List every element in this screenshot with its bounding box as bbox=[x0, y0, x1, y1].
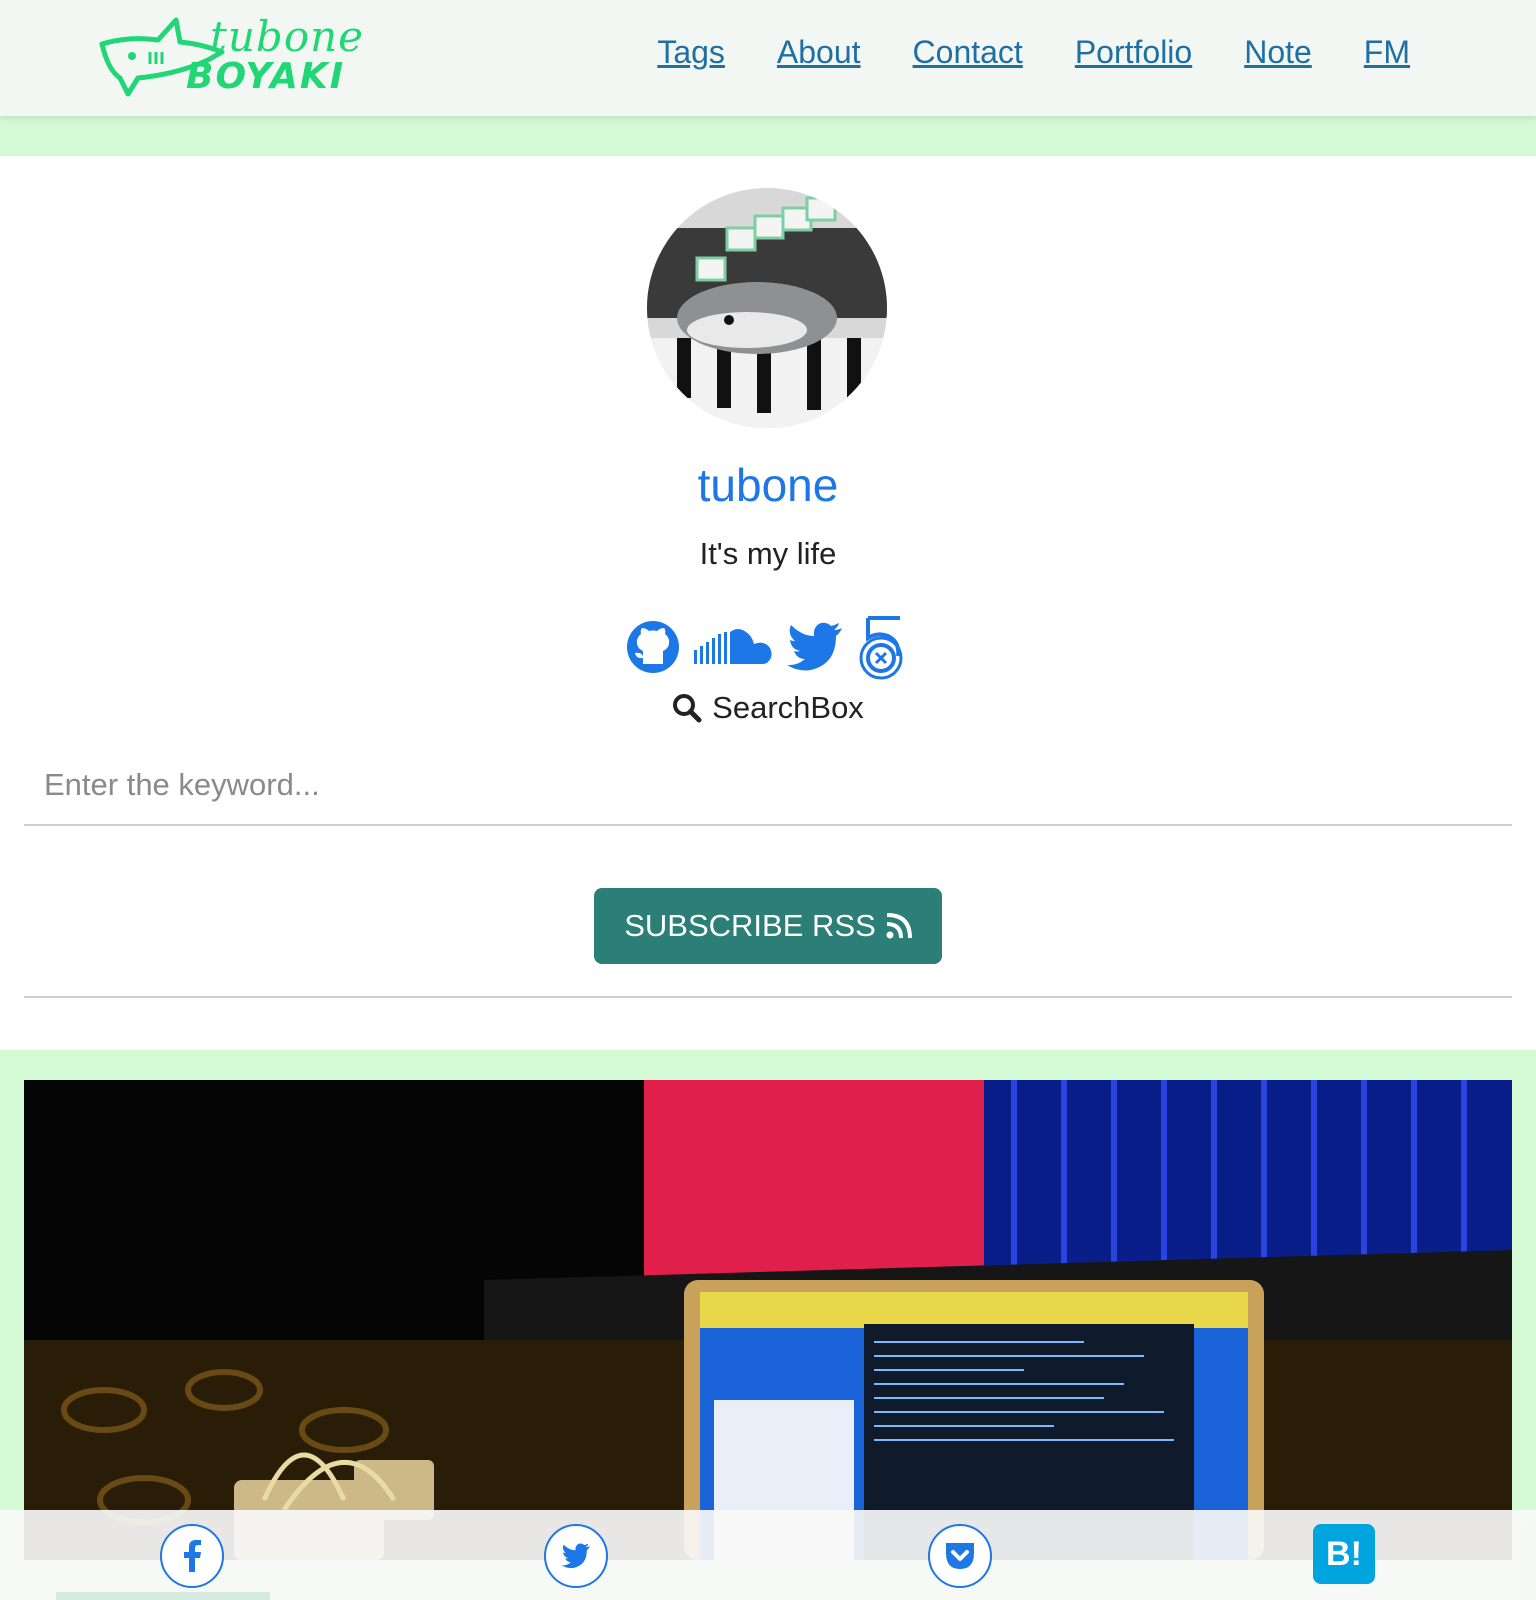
hero-image[interactable] bbox=[24, 1080, 1512, 1560]
nav-portfolio-link[interactable]: Portfolio bbox=[1075, 34, 1192, 71]
site-header: tubone BOYAKI Tags About Contact Portfol… bbox=[0, 0, 1536, 116]
share-pocket-button[interactable] bbox=[928, 1524, 992, 1588]
share-twitter-button[interactable] bbox=[544, 1524, 608, 1588]
search-label: SearchBox bbox=[0, 690, 1536, 726]
hero-photo bbox=[24, 1080, 1512, 1560]
share-hatena-bookmark-button[interactable]: B! bbox=[1313, 1524, 1375, 1584]
nav-fm-link[interactable]: FM bbox=[1364, 34, 1410, 71]
search-input[interactable] bbox=[24, 746, 1512, 826]
subscribe-rss-button[interactable]: SUBSCRIBE RSS bbox=[594, 888, 942, 964]
facebook-icon bbox=[184, 1540, 201, 1572]
subscribe-rss-label: SUBSCRIBE RSS bbox=[624, 908, 876, 943]
nav-note-link[interactable]: Note bbox=[1244, 34, 1312, 71]
profile-tagline: It's my life bbox=[699, 536, 837, 571]
nav-tags-link[interactable]: Tags bbox=[657, 34, 725, 71]
avatar bbox=[647, 188, 887, 428]
github-icon[interactable] bbox=[624, 618, 682, 676]
site-logo[interactable]: tubone BOYAKI bbox=[98, 10, 370, 102]
share-active-indicator bbox=[56, 1592, 270, 1600]
profile-name[interactable]: tubone bbox=[0, 458, 1536, 512]
avatar-image bbox=[647, 188, 887, 428]
rss-icon bbox=[886, 913, 912, 939]
logo-text-tubone: tubone bbox=[210, 12, 365, 61]
search-icon bbox=[673, 694, 702, 723]
nav-contact-link[interactable]: Contact bbox=[913, 34, 1023, 71]
main-nav: Tags About Contact Portfolio Note FM bbox=[657, 34, 1410, 71]
twitter-icon[interactable] bbox=[786, 622, 844, 672]
logo-text-boyaki: BOYAKI bbox=[186, 56, 346, 97]
search-label-text: SearchBox bbox=[712, 690, 864, 725]
share-bar: B! bbox=[0, 1510, 1536, 1600]
divider bbox=[24, 996, 1512, 998]
500px-icon[interactable] bbox=[854, 614, 908, 680]
hatena-bookmark-icon: B! bbox=[1326, 1534, 1362, 1573]
soundcloud-icon[interactable] bbox=[692, 622, 776, 672]
twitter-icon bbox=[561, 1543, 590, 1569]
nav-about-link[interactable]: About bbox=[777, 34, 861, 71]
social-links bbox=[624, 614, 908, 680]
pocket-icon bbox=[946, 1543, 974, 1569]
share-facebook-button[interactable] bbox=[160, 1524, 224, 1588]
profile-card: tubone It's my life SearchBox Enter the … bbox=[0, 156, 1536, 1050]
